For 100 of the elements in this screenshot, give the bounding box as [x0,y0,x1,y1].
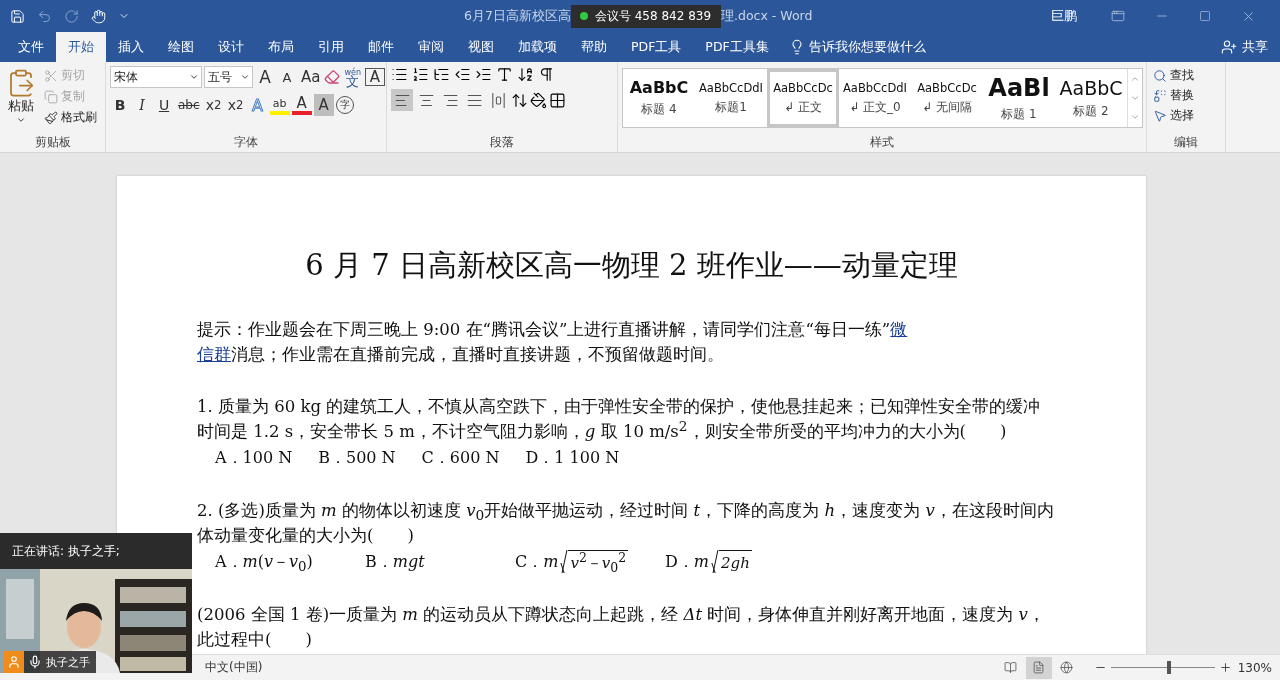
shrink-font-button[interactable]: A [277,66,297,88]
increase-indent-icon [475,66,492,83]
participant-name: 执子之手 [46,654,90,670]
answer-option: D．1 100 N [525,444,620,471]
clear-format-icon[interactable] [324,69,341,85]
align-icon [489,91,507,109]
grow-font-button[interactable]: A [255,66,275,88]
copy-icon [44,89,58,104]
select-button[interactable]: 选择 [1151,106,1196,125]
question-text: (2006 全国 1 卷)一质量为 m 的运动员从下蹲状态向上起跳，经 Δt 时间，身体伸直并刚好离开地面，速度为 v， [197,604,1045,626]
window-title: 理.docx - Word [721,7,813,25]
borders-icon [549,91,566,109]
caret-icon [16,115,26,125]
search-icon [1153,68,1167,83]
italic-button[interactable]: I [132,94,152,116]
user-name[interactable]: 巨鹏 [1051,7,1077,25]
save-icon [10,8,25,24]
scissors-icon [44,68,58,83]
group-label: 字体 [233,134,259,151]
touch-mode-icon [91,8,106,24]
question-text: 此过程中( ) [197,629,312,651]
share-button[interactable]: 共享 [1221,32,1268,62]
view-button[interactable] [1025,656,1052,679]
window-title: 6月7日高新校区高 [464,7,571,25]
language-status[interactable]: 中文(中国) [205,659,263,676]
question-text: 体动量变化量的大小为( ) [197,525,414,547]
highlight-button[interactable]: ab [269,95,290,115]
multilevel-list-icon [433,66,450,83]
ribbon-tab[interactable]: 帮助 [569,32,619,62]
find-button[interactable]: 查找 [1151,66,1196,85]
tell-me-field[interactable]: 告诉我你想要做什么 [780,32,934,62]
undo-icon [37,8,52,24]
strikethrough-button[interactable]: abc [176,94,202,116]
replace-icon [1153,88,1167,103]
group-label: 编辑 [1173,134,1199,151]
ribbon-tab[interactable]: 插入 [106,32,156,62]
meeting-id-badge: 会议号 458 842 839 [570,4,722,28]
change-case-button[interactable]: Aa [299,66,323,88]
paintbrush-icon [44,110,58,125]
user-icon [7,655,21,669]
person-plus-icon [1221,39,1237,55]
group-label: 样式 [869,134,895,151]
question-text: 时间是 1.2 s，安全带长 5 m，不计空气阻力影响，g 取 10 m/s$^{2}$，则安全带所受的平均冲力的大小为( ) [197,419,1007,443]
ribbon-tab[interactable]: 开始 [56,32,106,62]
sort-icon [517,66,534,83]
speaker-label: 正在讲话: 执子之手; [0,533,192,569]
underline-button[interactable]: U [154,94,174,116]
zoom-in-icon [1218,661,1232,674]
ribbon-tab[interactable]: 邮件 [356,32,406,62]
zoom-level[interactable]: 130% [1237,660,1272,675]
redo-icon [64,8,79,24]
pointer-icon [1153,108,1167,123]
link[interactable]: 微 [890,317,908,342]
ribbon-tab[interactable]: 引用 [306,32,356,62]
ribbon-tab[interactable]: 加载项 [506,32,569,62]
view-icon [1004,661,1018,674]
maximize-icon [1199,10,1211,22]
hint-text: 消息；作业需在直播前完成，直播时直接讲题，不预留做题时间。 [231,344,724,366]
character-border-button[interactable]: A [365,68,385,86]
answer-option: A．100 N [215,444,293,471]
replace-button[interactable]: 替换 [1151,86,1196,105]
ribbon-tab[interactable]: 设计 [206,32,256,62]
zoom-slider-thumb[interactable] [1166,661,1171,674]
question-text: 2. (多选)质量为 m 的物体以初速度 v$_{0}$开始做平抛运动，经过时间 t，下降的高度为 h，速度变为 v，在这段时间内 [197,500,1054,523]
microphone-icon [28,655,42,669]
ribbon-tab[interactable]: 绘图 [156,32,206,62]
numbering-icon [412,66,429,83]
hint-text: 提示：作业题会在下周三晚上 9:00 在“腾讯会议”上进行直播讲解，请同学们注意“每日一练” [197,319,891,341]
bold-button[interactable]: B [110,94,130,116]
line-spacing-icon [511,91,528,109]
paste-button[interactable]: 粘贴 [4,66,38,134]
answer-option: D．m 2gh [665,548,815,575]
answer-option: B．mgt [365,548,515,575]
shading-icon [530,91,547,109]
group-label: 段落 [489,134,515,151]
view-icon [1060,661,1074,674]
scroll-down-icon [1130,93,1140,103]
character-shading-button[interactable]: A [313,94,334,116]
painter-button[interactable]: 格式刷 [42,108,99,127]
ribbon-tab[interactable]: 布局 [256,32,306,62]
answer-option: C．600 N [421,444,500,471]
ribbon-tab[interactable]: 审阅 [406,32,456,62]
bullets-icon [391,66,408,83]
ribbon-tab[interactable]: PDF工具集 [693,32,781,62]
link[interactable]: 信群 [197,342,231,367]
question-text: 1. 质量为 60 kg 的建筑工人，不慎从高空跌下，由于弹性安全带的保护，使他悬挂起来；已知弹性安全带的缓冲 [197,396,1041,418]
answer-option: A．m(v－v$_{0}$) [215,548,365,575]
view-icon [1032,661,1046,674]
ribbon-tab[interactable]: 视图 [456,32,506,62]
phonetic-guide-button[interactable]: wén 文 [342,66,363,88]
font-name-select[interactable]: 宋体 [110,66,202,88]
show-marks-icon [538,66,555,83]
group-label: 剪贴板 [33,134,72,151]
document-title: 6 月 7 日高新校区高一物理 2 班作业——动量定理 [304,247,959,284]
ribbon-tab[interactable]: PDF工具 [619,32,694,62]
align-button[interactable] [391,89,413,111]
decrease-indent-icon [454,66,471,83]
font-size-select[interactable]: 五号 [204,66,253,88]
ribbon-tab[interactable]: 文件 [6,32,56,62]
style-item[interactable]: AaBbCcDc ↲ 正文 [767,69,839,127]
